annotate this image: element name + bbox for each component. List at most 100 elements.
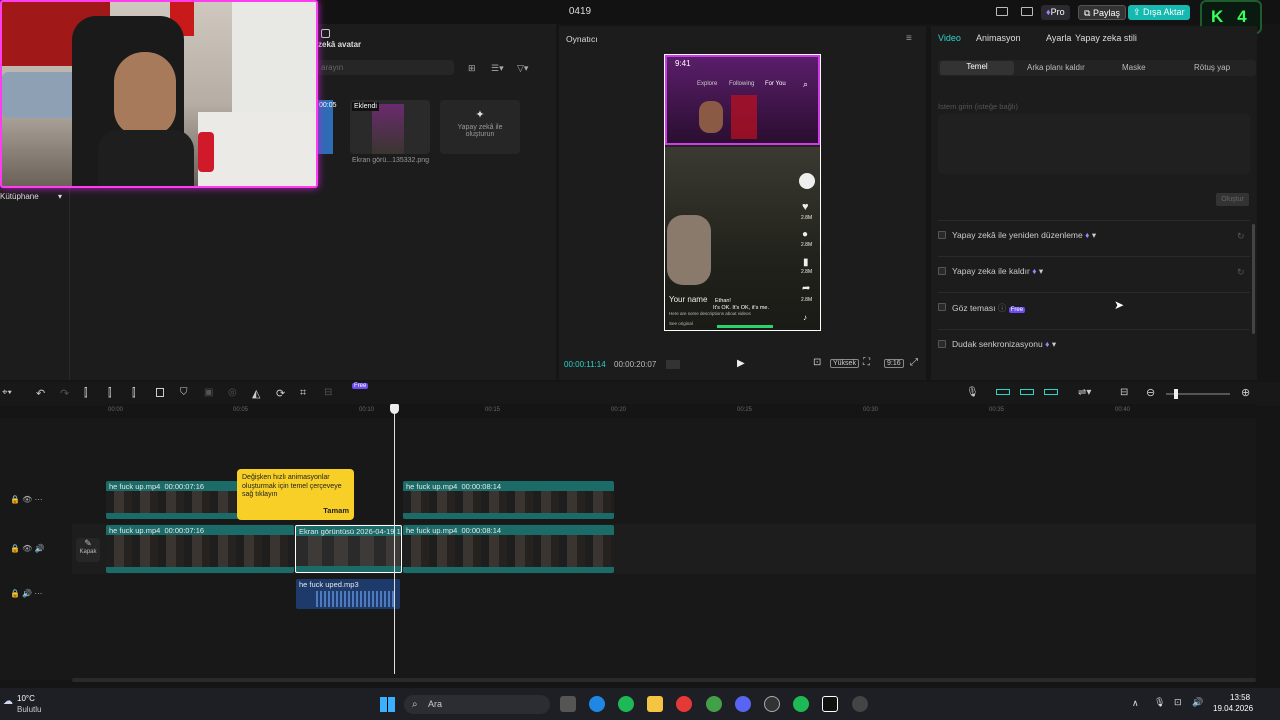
grid-view-icon[interactable]: ⊞ — [468, 63, 476, 74]
layout-icon[interactable] — [996, 7, 1008, 16]
tab-animation[interactable]: Animasyon — [976, 33, 1021, 43]
zoom-out-icon[interactable]: ⊖ — [1146, 386, 1155, 399]
magnet-icon[interactable] — [1020, 389, 1034, 395]
checkbox[interactable] — [938, 267, 946, 275]
shield-icon[interactable]: ⛉ — [180, 387, 188, 398]
subtab-bar: Temel Arka planı kaldır Maske Rötuş yap — [938, 60, 1256, 76]
filter-icon[interactable]: ▽▾ — [517, 63, 528, 74]
feature-eye-contact[interactable]: Göz teması ⓘ Free — [938, 292, 1250, 328]
crop-icon[interactable]: ⌗ — [300, 387, 306, 400]
lock-icon[interactable]: 🔒 👁 🔊 — [10, 544, 45, 553]
split-left-icon[interactable]: ⫿ — [108, 387, 112, 400]
generate-button[interactable]: Oluştur — [1216, 193, 1249, 206]
folder-icon[interactable] — [647, 696, 663, 712]
spotify-icon[interactable] — [618, 696, 634, 712]
panel-icon[interactable] — [1021, 7, 1033, 16]
video-clip[interactable]: he fuck up.mp4 00:00:07:16 — [106, 525, 294, 573]
avatar-icon[interactable] — [321, 29, 330, 38]
sort-icon[interactable]: ☰▾ — [491, 63, 504, 74]
pro-button[interactable]: ♦Pro — [1041, 5, 1070, 20]
tray-volume-icon[interactable]: 🔊 — [1192, 697, 1203, 708]
chrome-icon[interactable] — [676, 696, 692, 712]
checkbox[interactable] — [938, 231, 946, 239]
subtab-basic[interactable]: Temel — [940, 61, 1014, 75]
select-tool-icon[interactable]: ⌖▾ — [2, 387, 12, 398]
zoom-in-icon[interactable]: ⊕ — [1241, 386, 1250, 399]
image-clip-selected[interactable]: Ekran görüntüsü 2026-04-19 135 — [295, 525, 402, 573]
capcut-icon[interactable] — [822, 696, 838, 712]
checkbox[interactable] — [938, 303, 946, 311]
horizontal-scrollbar[interactable] — [72, 678, 1256, 682]
fullscreen-icon[interactable]: ⤢ — [910, 357, 918, 368]
media-thumbnail[interactable]: Eklendi — [350, 100, 430, 154]
playhead[interactable] — [394, 404, 395, 674]
menu-icon[interactable]: ≡ — [906, 33, 912, 44]
ai-edit-icon[interactable]: ⊟ — [324, 387, 332, 398]
ratio-button[interactable]: 9:16 — [884, 359, 904, 368]
player-app-icon[interactable] — [852, 696, 868, 712]
weather-icon[interactable]: ☁ — [3, 696, 13, 707]
split-icon[interactable]: ⫿ — [84, 387, 88, 400]
tab-video[interactable]: Video — [938, 33, 961, 43]
export-button[interactable]: ⇪ Dışa Aktar — [1128, 5, 1190, 20]
undo-icon[interactable]: ↶ — [36, 387, 45, 400]
playhead-handle[interactable] — [390, 404, 399, 414]
reset-icon[interactable]: ↻ — [1237, 231, 1245, 242]
redo-icon[interactable]: ↷ — [60, 387, 69, 400]
sound-label: See original — [669, 321, 693, 326]
video-clip[interactable]: he fuck up.mp4 00:00:08:14 — [403, 481, 614, 519]
preview-canvas[interactable]: 9:41 Explore Following For You ⌕ ♥ 2.8M … — [664, 54, 821, 331]
edge-icon[interactable] — [589, 696, 605, 712]
ai-create-card[interactable]: ✦ Yapay zekâ ile oluşturun — [440, 100, 520, 154]
feature-lip-sync[interactable]: Dudak senkronizasyonu ♦ ▾ — [938, 329, 1250, 365]
chrome-alt-icon[interactable] — [706, 696, 722, 712]
split-right-icon[interactable]: ⫿ — [132, 387, 136, 400]
prompt-input[interactable] — [938, 114, 1250, 174]
audio-clip[interactable]: he fuck uped.mp3 — [296, 579, 400, 609]
obs-icon[interactable] — [764, 696, 780, 712]
rotate-icon[interactable]: ⟳ — [276, 387, 285, 400]
preview-axis-icon[interactable]: ⇌▾ — [1078, 387, 1091, 398]
feature-ai-remove[interactable]: Yapay zeka ile kaldır ♦ ▾ — [938, 256, 1250, 292]
tray-network-icon[interactable]: ⊡ — [1174, 697, 1182, 708]
subtab-retouch[interactable]: Rötuş yap — [1194, 63, 1230, 72]
reset-icon[interactable]: ↻ — [1237, 267, 1245, 278]
link-icon[interactable] — [996, 389, 1010, 395]
tray-mic-icon[interactable]: 🎙 — [1154, 697, 1165, 708]
cover-button[interactable]: ✎ Kapak — [76, 538, 100, 562]
snap-icon[interactable] — [1044, 389, 1058, 395]
freeze-icon[interactable]: ▣ — [204, 387, 213, 398]
caption-icon[interactable]: ⊟ — [1120, 387, 1128, 398]
play-button[interactable]: ▶ — [737, 358, 745, 369]
quality-button[interactable]: Yüksek — [830, 359, 859, 368]
tab-ai-style[interactable]: Yapay zeka stili — [1075, 33, 1137, 43]
timeline-grid-icon[interactable] — [666, 360, 680, 369]
lock-icon[interactable]: 🔒 👁 ⋯ — [10, 495, 43, 504]
fit-icon[interactable]: ⛶ — [863, 357, 870, 368]
scrollbar[interactable] — [1252, 224, 1255, 334]
snapshot-icon[interactable]: ⊡ — [813, 357, 821, 368]
delete-icon[interactable] — [156, 388, 164, 397]
tab-adjust[interactable]: Ayarla — [1046, 33, 1071, 43]
discord-icon[interactable] — [735, 696, 751, 712]
speed-icon[interactable]: ◎ — [228, 387, 237, 398]
tip-ok-button[interactable]: Tamam — [323, 506, 349, 515]
time-ruler[interactable] — [106, 404, 1256, 418]
subtab-remove-bg[interactable]: Arka planı kaldır — [1027, 63, 1085, 72]
checkbox[interactable] — [938, 340, 946, 348]
tray-chevron-icon[interactable]: ∧ — [1132, 698, 1139, 709]
subtab-mask[interactable]: Maske — [1122, 63, 1146, 72]
video-clip[interactable]: he fuck up.mp4 00:00:08:14 — [403, 525, 614, 573]
spotify-alt-icon[interactable] — [793, 696, 809, 712]
mirror-icon[interactable]: ◭ — [252, 387, 260, 400]
share-button[interactable]: ⧉ Paylaş — [1078, 5, 1126, 20]
search-input[interactable]: arayın — [318, 60, 454, 75]
taskbar-search[interactable]: ⌕ Ara — [404, 695, 550, 714]
feature-ai-reedit[interactable]: Yapay zekâ ile yeniden düzenleme ♦ ▾ — [938, 220, 1250, 256]
lock-icon[interactable]: 🔒 🔊 ⋯ — [10, 589, 42, 598]
zoom-slider-handle[interactable] — [1174, 389, 1178, 399]
microphone-icon[interactable]: 🎙 — [966, 387, 979, 398]
library-dropdown[interactable]: Kütüphane ▾ — [0, 192, 64, 204]
task-view-icon[interactable] — [560, 696, 576, 712]
windows-start-icon[interactable] — [380, 697, 395, 712]
